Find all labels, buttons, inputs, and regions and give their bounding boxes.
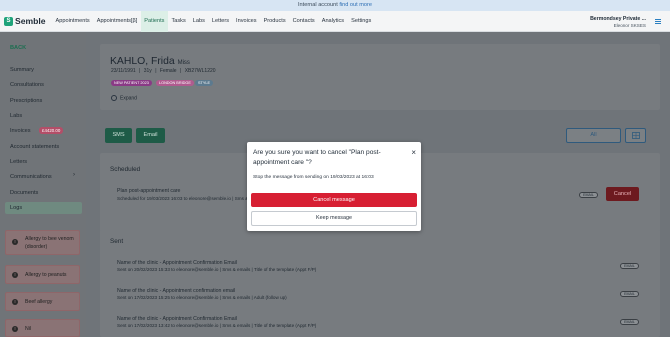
patient-info-line: 23/11/1991 | 31y | Female | XB27WL1220	[111, 68, 216, 74]
dialog-description: Stop the message from sending on 19/03/2…	[253, 175, 374, 180]
nav-letters[interactable]: Letters	[208, 11, 232, 32]
nav-products[interactable]: Products	[260, 11, 289, 32]
email-channel-badge: EMAIL	[579, 192, 598, 198]
allergy-label: Nil	[25, 326, 32, 332]
email-channel-badge: EMAIL	[620, 319, 639, 325]
expand-toggle[interactable]: Expand	[111, 95, 137, 101]
banner-text: Internal account	[297, 2, 338, 8]
scheduled-item-subtitle: Scheduled for 19/03/2023 16:03 to eleono…	[117, 196, 254, 201]
nav-tasks[interactable]: Tasks	[168, 11, 189, 32]
nav-contacts[interactable]: Contacts	[289, 11, 318, 32]
patient-age: 31y	[143, 68, 152, 74]
nav-settings[interactable]: Settings	[348, 11, 375, 32]
alert-icon: !	[12, 326, 18, 332]
sent-item-title[interactable]: Name of the clinic - Appointment confirm…	[117, 288, 235, 294]
hamburger-menu-icon[interactable]	[655, 19, 661, 24]
sent-heading: Sent	[110, 238, 124, 245]
email-button[interactable]: Email	[136, 128, 165, 143]
sidebar-item-summary[interactable]: Summary	[10, 67, 34, 73]
allergy-card[interactable]: ! Allergy to peanuts	[5, 265, 80, 284]
nav-appointments[interactable]: Appointments	[52, 11, 93, 32]
sidebar-item-consultations[interactable]: Consultations	[10, 82, 44, 88]
scheduled-heading: Scheduled	[110, 166, 141, 173]
allergy-label: Allergy to bee venom (disorder)	[25, 236, 74, 250]
sms-button[interactable]: SMS	[105, 128, 132, 143]
sent-item-subtitle: Sent on 17/02/2023 13:42 to eleonore@sem…	[117, 323, 317, 328]
semble-logo[interactable]: S Semble	[4, 16, 46, 26]
info-separator: |	[139, 68, 141, 74]
sidebar-item-documents[interactable]: Documents	[10, 190, 38, 196]
sent-item-subtitle: Sent on 17/02/2023 15:25 to eleonore@sem…	[117, 295, 287, 300]
alert-icon: !	[12, 299, 18, 305]
allergy-card[interactable]: ! Allergy to bee venom (disorder)	[5, 230, 80, 255]
top-navigation-bar: S Semble Appointments Appointments[β] Pa…	[0, 11, 670, 32]
main-nav: Appointments Appointments[β] Patients Ta…	[52, 11, 375, 32]
email-channel-badge: EMAIL	[620, 291, 639, 297]
user-name: Eleonor SKSES	[613, 22, 646, 28]
sent-item-title[interactable]: Name of the clinic - Appointment Confirm…	[117, 316, 237, 322]
dialog-title: Are you sure you want to cancel "Plan po…	[253, 149, 381, 166]
sidebar-item-communications[interactable]: Communications	[10, 174, 52, 180]
sidebar-item-logs[interactable]: Logs	[10, 205, 22, 211]
nav-patients[interactable]: Patients	[140, 11, 168, 32]
email-channel-badge: EMAIL	[620, 263, 639, 269]
chevron-right-icon: ›	[73, 172, 75, 178]
patient-header-card	[100, 44, 660, 110]
cancel-scheduled-button[interactable]: Cancel	[606, 187, 639, 201]
allergy-card[interactable]: ! Nil	[5, 319, 80, 337]
grid-view-button[interactable]	[625, 128, 646, 143]
sidebar-item-letters[interactable]: Letters	[10, 159, 27, 165]
internal-account-banner: Internal account find out more	[0, 0, 670, 11]
semble-logo-text: Semble	[15, 16, 46, 26]
nav-analytics[interactable]: Analytics	[318, 11, 347, 32]
patient-name: KAHLO, Frida Miss	[110, 56, 190, 67]
allergy-card[interactable]: ! Beef allergy	[5, 292, 80, 311]
expand-label: Expand	[120, 95, 137, 102]
cancel-message-button[interactable]: Cancel message	[251, 193, 417, 207]
patient-gender: Female	[159, 68, 177, 74]
patient-sidebar: BACK Summary Consultations Prescriptions…	[0, 32, 86, 337]
patient-tag[interactable]: NEW PATIENT 2023	[111, 80, 152, 86]
find-out-more-link[interactable]: find out more	[339, 2, 372, 8]
close-icon[interactable]: ×	[411, 148, 416, 157]
allergy-label: Allergy to peanuts	[25, 272, 67, 278]
info-separator: |	[179, 68, 182, 74]
expand-circle-icon	[111, 95, 117, 101]
sidebar-item-invoices[interactable]: Invoices	[10, 128, 31, 134]
cancel-message-dialog: Are you sure you want to cancel "Plan po…	[247, 142, 421, 231]
patient-title: Miss	[177, 60, 190, 66]
sidebar-item-account-statements[interactable]: Account statements	[10, 144, 59, 150]
sent-item-subtitle: Sent on 20/02/2023 15:33 to eleonore@sem…	[117, 267, 317, 272]
keep-message-button[interactable]: Keep message	[251, 211, 417, 226]
allergy-label: Beef allergy	[25, 299, 53, 305]
patient-dob: 23/11/1991	[111, 68, 136, 74]
sent-item-title[interactable]: Name of the clinic - Appointment Confirm…	[117, 260, 237, 266]
practice-name: Bermondsey Private ...	[590, 16, 646, 22]
filter-all-button[interactable]: All	[566, 128, 621, 143]
sidebar-item-labs[interactable]: Labs	[10, 113, 22, 119]
invoices-balance-badge: £4420.00	[39, 127, 64, 134]
info-separator: |	[155, 68, 157, 74]
nav-labs[interactable]: Labs	[189, 11, 208, 32]
alert-icon: !	[12, 239, 18, 245]
patient-tag[interactable]: LONDON BRIDGE	[156, 80, 194, 86]
scheduled-item-title: Plan post-appointment care	[117, 188, 181, 194]
patient-tag[interactable]: STYLE	[195, 80, 214, 86]
nav-invoices[interactable]: Invoices	[233, 11, 261, 32]
patient-fullname: KAHLO, Frida	[110, 56, 175, 67]
patient-id: XB27WL1220	[184, 68, 216, 74]
grid-icon	[631, 132, 640, 139]
back-link[interactable]: BACK	[10, 45, 26, 51]
semble-logo-icon: S	[4, 16, 13, 26]
sidebar-item-prescriptions[interactable]: Prescriptions	[10, 98, 42, 104]
account-switcher[interactable]: Bermondsey Private ... Eleonor SKSES	[590, 16, 646, 29]
alert-icon: !	[12, 272, 18, 278]
nav-appointments-beta[interactable]: Appointments[β]	[93, 11, 141, 32]
